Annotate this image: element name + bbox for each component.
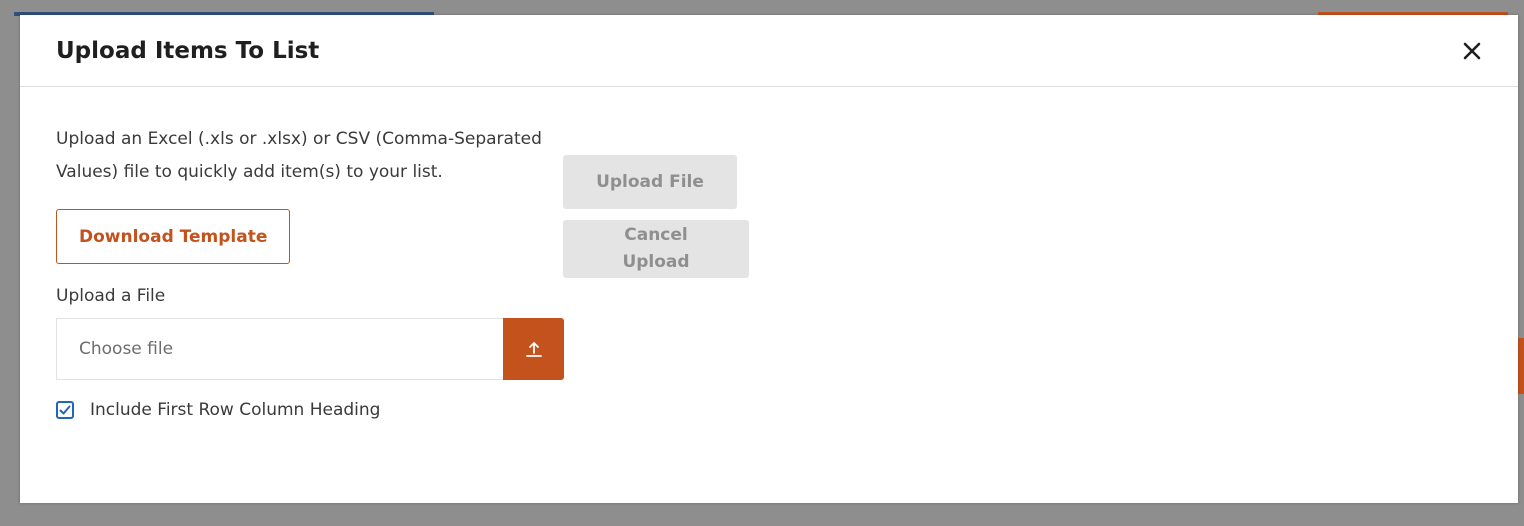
choose-file-input[interactable]: Choose file xyxy=(56,318,503,380)
upload-description: Upload an Excel (.xls or .xlsx) or CSV (… xyxy=(56,129,542,182)
upload-file-button[interactable]: Upload File xyxy=(563,155,737,209)
close-button[interactable] xyxy=(1460,39,1484,63)
upload-icon xyxy=(525,342,542,357)
checkmark-icon xyxy=(59,405,71,415)
first-row-heading-option: Include First Row Column Heading xyxy=(56,400,566,420)
upload-file-label: Upload a File xyxy=(56,286,166,306)
close-icon xyxy=(1463,42,1481,59)
file-upload-icon-button[interactable] xyxy=(503,318,564,380)
cancel-upload-button[interactable]: Cancel Upload xyxy=(563,220,749,278)
first-row-heading-label: Include First Row Column Heading xyxy=(90,400,381,420)
download-template-button[interactable]: Download Template xyxy=(56,209,291,264)
upload-items-modal: Upload Items To List Upload an Excel (.x… xyxy=(20,15,1518,503)
modal-header: Upload Items To List xyxy=(20,15,1518,87)
first-row-heading-checkbox[interactable] xyxy=(56,401,74,419)
modal-body: Upload an Excel (.xls or .xlsx) or CSV (… xyxy=(20,87,1518,502)
file-picker: Choose file xyxy=(56,318,564,380)
modal-title: Upload Items To List xyxy=(56,37,320,64)
upload-form: Upload an Excel (.xls or .xlsx) or CSV (… xyxy=(56,123,566,420)
